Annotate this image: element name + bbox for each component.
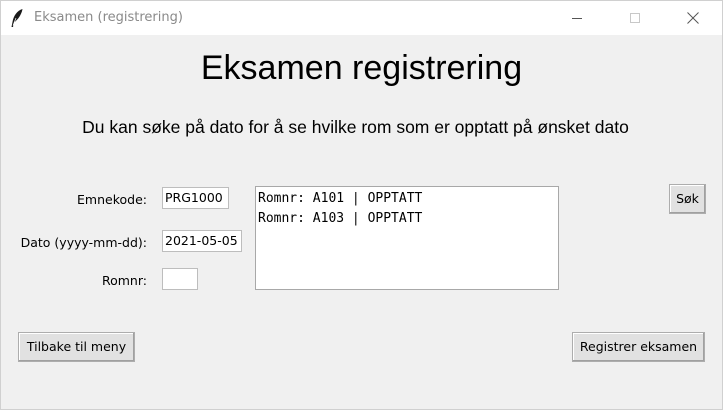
- maximize-button[interactable]: [612, 1, 658, 35]
- minimize-icon: [572, 18, 582, 19]
- dato-label: Dato (yyyy-mm-dd):: [20, 235, 147, 250]
- emnekode-field[interactable]: PRG1000: [162, 187, 229, 209]
- search-button[interactable]: Søk: [669, 184, 706, 214]
- page-subtitle: Du kan søke på dato for å se hvilke rom …: [82, 117, 629, 137]
- register-exam-button[interactable]: Registrer eksamen: [572, 332, 705, 362]
- page-title: Eksamen registrering: [200, 49, 523, 87]
- dato-field[interactable]: 2021-05-05: [162, 230, 242, 252]
- result-line: Romnr: A101 | OPPTATT: [258, 191, 423, 206]
- close-button[interactable]: [670, 1, 716, 35]
- romnr-field[interactable]: [162, 268, 198, 290]
- emnekode-label: Emnekode:: [77, 192, 147, 207]
- back-to-menu-button[interactable]: Tilbake til meny: [18, 332, 135, 362]
- close-icon: [687, 12, 699, 24]
- maximize-icon: [630, 13, 640, 23]
- minimize-button[interactable]: [554, 1, 600, 35]
- feather-icon: [11, 9, 23, 27]
- window-title: Eksamen (registrering): [34, 10, 183, 25]
- romnr-label: Romnr:: [101, 273, 147, 288]
- results-textbox[interactable]: Romnr: A101 | OPPTATT Romnr: A103 | OPPT…: [255, 186, 559, 290]
- result-line: Romnr: A103 | OPPTATT: [258, 211, 423, 226]
- app-window: Eksamen (registrering) Eksamen registrer…: [0, 0, 723, 410]
- title-bar[interactable]: Eksamen (registrering): [1, 1, 722, 35]
